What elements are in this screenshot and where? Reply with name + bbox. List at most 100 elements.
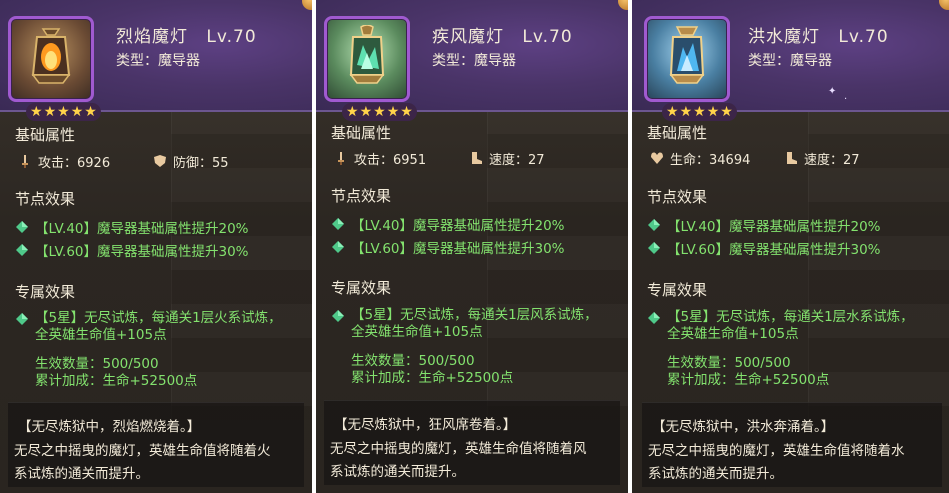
exclusive-effect-line: 【5星】无尽试炼，每通关1层水系试炼， [667,309,914,325]
star-icon: ★ [386,104,400,120]
green-gem-icon [332,310,344,322]
base-attributes-title: 基础属性 [647,124,708,142]
attack-value: 攻击：6951 [354,152,427,168]
accumulated-bonus: 累计加成：生命+52500点 [35,373,198,389]
lore-title: 【无尽炼狱中，烈焰燃烧着。】 [18,419,201,435]
fire-lantern-icon [31,28,71,84]
node-effect-row: 【LV.40】魔导器基础属性提升20% [647,216,881,235]
star-rating: ★ ★ ★ ★ ★ [26,103,101,121]
lore-title: 【无尽炼狱中，狂风席卷着。】 [334,417,517,433]
lore-title: 【无尽炼狱中，洪水奔涌着。】 [652,419,835,435]
water-lantern-icon [669,26,705,84]
node-effect-row: 【LV.60】魔导器基础属性提升30% [647,239,881,258]
exclusive-effect: 【5星】无尽试炼，每通关1层水系试炼， 全英雄生命值+105点 [647,309,914,343]
exclusive-effect-line: 【5星】无尽试炼，每通关1层风系试炼， [351,307,598,323]
exclusive-effect: 【5星】无尽试炼，每通关1层风系试炼， 全英雄生命值+105点 [331,307,598,341]
green-gem-icon [16,313,28,325]
attack-stat: 攻击：6951 [334,149,427,168]
lore-text: 无尽之中摇曳的魔灯，英雄生命值将随着水 [648,443,905,459]
star-rating: ★ ★ ★ ★ ★ [342,103,417,121]
item-card-fire-lantern: ★ ★ ★ ★ ★ 烈焰魔灯 Lv.70 类型：魔导器 基础属性 攻击：6926… [0,0,312,493]
lore-text: 系试炼的通关而提升。 [14,466,149,482]
star-icon: ★ [706,104,720,120]
accumulated-bonus: 累计加成：生命+52500点 [667,372,830,388]
node-effect-lv40: 【LV.40】魔导器基础属性提升20% [351,218,565,234]
sparkle-icon: ✦ [828,86,837,97]
item-level: Lv.70 [206,27,257,47]
node-effect-row: 【LV.40】魔导器基础属性提升20% [331,215,565,234]
hp-stat: 生命：34694 [650,149,751,168]
lore-box: 【无尽炼狱中，狂风席卷着。】 无尽之中摇曳的魔灯，英雄生命值将随着风 系试炼的通… [324,400,620,485]
item-type: 类型：魔导器 [432,53,516,69]
green-gem-icon [648,219,660,231]
lore-text: 无尽之中摇曳的魔灯，英雄生命值将随着火 [14,443,271,459]
star-icon: ★ [373,104,386,120]
wind-lantern-icon [349,25,385,84]
hp-value: 生命：34694 [670,152,751,168]
boot-icon [472,152,482,164]
item-name: 烈焰魔灯 [116,27,188,47]
star-icon: ★ [57,104,70,120]
green-gem-icon [332,241,344,253]
sword-icon [22,155,28,168]
item-level: Lv.70 [522,27,573,47]
green-gem-icon [648,312,660,324]
lore-text: 系试炼的通关而提升。 [330,464,465,480]
exclusive-effects-title: 专属效果 [15,283,76,301]
green-gem-icon [16,244,28,256]
node-effect-row: 【LV.60】魔导器基础属性提升30% [331,238,565,257]
lore-text: 无尽之中摇曳的魔灯，英雄生命值将随着风 [330,441,587,457]
boot-icon [787,152,797,164]
node-effect-lv60: 【LV.60】魔导器基础属性提升30% [35,244,249,260]
item-type: 类型：魔导器 [748,53,832,69]
star-icon: ★ [359,104,373,120]
item-icon-frame[interactable]: ★ ★ ★ ★ ★ [8,16,101,121]
exclusive-effect-line: 全英雄生命值+105点 [351,324,483,340]
green-gem-icon [332,218,344,230]
item-icon-frame[interactable]: ★ ★ ★ ★ ★ [324,16,417,121]
green-gem-icon [16,221,28,233]
star-icon: ★ [666,104,679,120]
speed-value: 速度：27 [804,152,860,168]
item-icon-frame[interactable]: ★ ★ ★ ★ ★ [644,16,737,121]
node-effects-title: 节点效果 [331,187,392,205]
exclusive-effects-title: 专属效果 [647,281,708,299]
item-name: 疾风魔灯 [432,27,504,47]
node-effects-title: 节点效果 [15,190,76,208]
item-title: 疾风魔灯 Lv.70 [432,22,573,47]
base-attributes-title: 基础属性 [15,126,76,144]
speed-value: 速度：27 [489,152,545,168]
exclusive-effect-line: 全英雄生命值+105点 [35,327,167,343]
item-card-water-lantern: ✦ · ★ ★ ★ ★ ★ 洪水魔灯 Lv.70 类型：魔导器 基础属性 生命：… [632,0,949,493]
base-attributes-title: 基础属性 [331,124,392,142]
star-icon: ★ [400,104,413,120]
exclusive-effect-line: 全英雄生命值+105点 [667,326,799,342]
item-title: 洪水魔灯 Lv.70 [748,22,889,47]
defense-stat: 防御：55 [153,152,229,171]
star-icon: ★ [30,104,43,120]
lore-box: 【无尽炼狱中，烈焰燃烧着。】 无尽之中摇曳的魔灯，英雄生命值将随着火 系试炼的通… [8,402,304,487]
star-icon: ★ [679,104,693,120]
exclusive-effects-title: 专属效果 [331,279,392,297]
node-effect-lv40: 【LV.40】魔导器基础属性提升20% [667,219,881,235]
item-name: 洪水魔灯 [748,27,820,47]
lore-box: 【无尽炼狱中，洪水奔涌着。】 无尽之中摇曳的魔灯，英雄生命值将随着水 系试炼的通… [642,402,942,487]
speed-stat: 速度：27 [784,149,860,168]
lore-text: 系试炼的通关而提升。 [648,466,783,482]
exclusive-effect: 【5星】无尽试炼，每通关1层火系试炼， 全英雄生命值+105点 [15,310,282,344]
sword-icon [338,152,344,165]
node-effect-row: 【LV.60】魔导器基础属性提升30% [15,241,249,260]
node-effect-lv60: 【LV.60】魔导器基础属性提升30% [667,242,881,258]
accumulated-bonus: 累计加成：生命+52500点 [351,370,514,386]
item-type: 类型：魔导器 [116,53,200,69]
green-gem-icon [648,242,660,254]
item-card-wind-lantern: ★ ★ ★ ★ ★ 疾风魔灯 Lv.70 类型：魔导器 基础属性 攻击：6951… [316,0,628,493]
speed-stat: 速度：27 [469,149,545,168]
defense-value: 防御：55 [173,155,229,171]
star-icon: ★ [43,104,57,120]
node-effects-title: 节点效果 [647,188,708,206]
item-title: 烈焰魔灯 Lv.70 [116,22,257,47]
node-effect-row: 【LV.40】魔导器基础属性提升20% [15,218,249,237]
node-effect-lv60: 【LV.60】魔导器基础属性提升30% [351,241,565,257]
star-icon: ★ [84,104,97,120]
